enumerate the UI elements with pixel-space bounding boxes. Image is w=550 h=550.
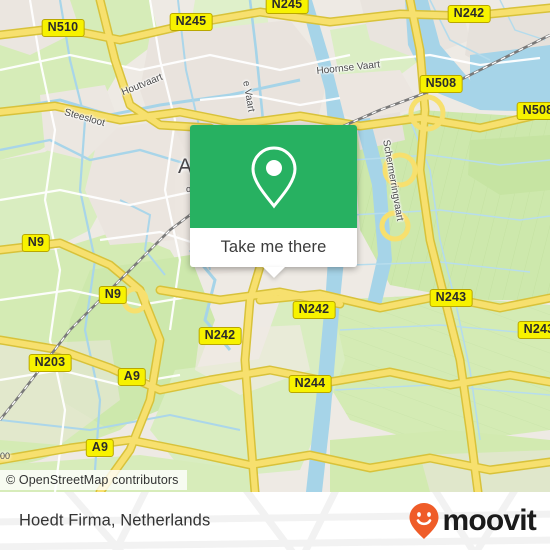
road-shield: N244 bbox=[288, 375, 332, 393]
map-pin-icon bbox=[250, 145, 297, 208]
popup-pin-panel bbox=[190, 125, 357, 228]
road-shield: N243 bbox=[429, 289, 473, 307]
take-me-there-popup[interactable]: Take me there bbox=[190, 125, 357, 278]
moovit-smiley-pin-icon bbox=[409, 503, 439, 539]
road-shield: N508 bbox=[419, 75, 463, 93]
road-shield: N510 bbox=[41, 19, 85, 37]
road-shield: N245 bbox=[265, 0, 309, 14]
take-me-there-label: Take me there bbox=[220, 238, 327, 256]
road-shield: N508 bbox=[516, 102, 550, 120]
take-me-there-button[interactable]: Take me there bbox=[190, 228, 357, 278]
road-shield: N242 bbox=[292, 301, 336, 319]
road-shield: N242 bbox=[198, 327, 242, 345]
road-shield: A9 bbox=[85, 439, 115, 457]
road-shield: N245 bbox=[169, 13, 213, 31]
road-shield: N243 bbox=[517, 321, 550, 339]
place-title: Hoedt Firma, Netherlands bbox=[19, 511, 211, 530]
map-canvas[interactable]: N510 N245 N245 N242 N508 N508 N9 N9 N242… bbox=[0, 0, 550, 492]
place-label: 00 bbox=[0, 451, 11, 461]
road-shield: N9 bbox=[21, 234, 51, 252]
road-shield: A9 bbox=[117, 368, 147, 386]
popup-tail-pointer bbox=[262, 267, 285, 278]
map-screenshot-root: N510 N245 N245 N242 N508 N508 N9 N9 N242… bbox=[0, 0, 550, 550]
osm-attribution[interactable]: © OpenStreetMap contributors bbox=[0, 470, 187, 490]
moovit-logo[interactable]: moovit bbox=[408, 502, 537, 540]
bottom-info-bar: Hoedt Firma, Netherlands moovit bbox=[0, 492, 550, 550]
road-shield: N9 bbox=[98, 286, 128, 304]
road-shield: N203 bbox=[28, 354, 72, 372]
road-shield: N242 bbox=[447, 5, 491, 23]
moovit-wordmark: moovit bbox=[442, 504, 536, 537]
